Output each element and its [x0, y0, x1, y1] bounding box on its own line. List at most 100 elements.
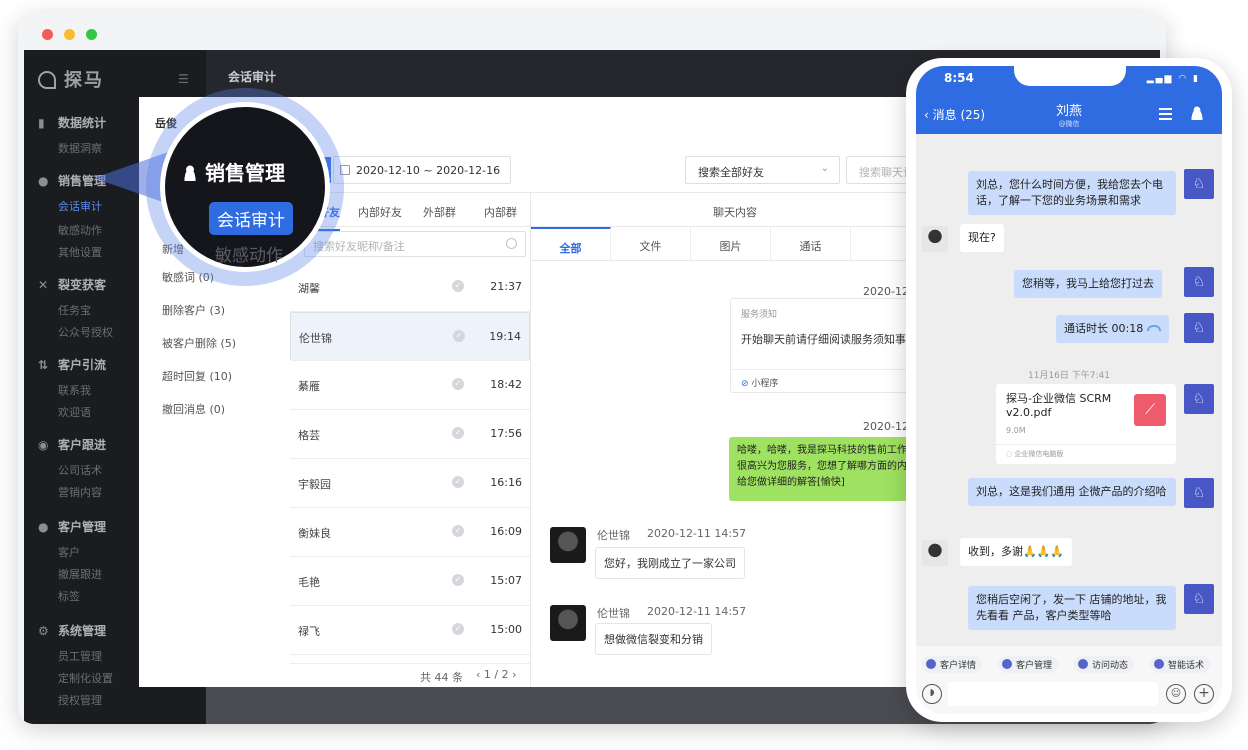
received-message: 您好，我刚成立了一家公司	[595, 547, 745, 579]
filter-item[interactable]: 超时回复 (10)	[162, 368, 232, 384]
calendar-icon	[340, 165, 350, 175]
tab-internal-groups[interactable]: 内部群	[484, 204, 517, 220]
my-avatar: ♘	[1184, 169, 1214, 199]
nav-section-system[interactable]: ⚙ 系统管理	[38, 622, 106, 639]
tab-internal-friends[interactable]: 内部好友	[358, 204, 402, 220]
my-avatar: ♘	[1184, 267, 1214, 297]
nav-item[interactable]: 联系我	[58, 382, 91, 398]
nav-item[interactable]: 撤展跟进	[58, 566, 102, 582]
mini-program-card[interactable]: 服务须知 开始聊天前请仔细阅读服务须知事项 ⊘ 小程序	[730, 298, 920, 393]
nav-item[interactable]: 欢迎语	[58, 404, 91, 420]
message-time: 2020-12-11 14:57	[647, 605, 747, 618]
nav-item[interactable]: 公众号授权	[58, 324, 113, 340]
nav-item[interactable]: 员工管理	[58, 648, 102, 664]
close-dot[interactable]	[42, 29, 53, 40]
friend-list: 湖馨 ✓ 21:37 伦世锦 ✓ 19:14 綦雁 ✓ 18:42 格芸 ✓ 17:56 宇毅园…	[290, 263, 530, 663]
my-avatar: ♘	[1184, 584, 1214, 614]
list-item[interactable]: 湖馨 ✓ 21:37	[290, 263, 530, 312]
menu-toggle-icon[interactable]: ☰	[178, 72, 189, 86]
activity-icon	[1078, 659, 1088, 669]
card-label: 服务须知	[741, 310, 778, 320]
status-time: 8:54	[944, 71, 974, 85]
nav-item[interactable]: 其他设置	[58, 244, 102, 260]
nav-section-stats[interactable]: ▮ 数据统计	[38, 114, 106, 131]
nav-section-followup[interactable]: ◉ 客户跟进	[38, 436, 106, 453]
sender-name: 伦世锦	[597, 529, 630, 542]
list-item[interactable]: 毛艳 ✓ 15:07	[290, 557, 530, 606]
filter-item[interactable]: 撤回消息 (0)	[162, 401, 225, 417]
profile-icon[interactable]	[1190, 106, 1204, 120]
date-range-picker[interactable]: 2020-12-10 ~ 2020-12-16	[333, 156, 511, 184]
nav-item[interactable]: 敏感动作	[58, 222, 102, 238]
chat-header: 聊天内容	[531, 193, 939, 227]
list-icon[interactable]	[1159, 108, 1172, 120]
tab-calls[interactable]: 通话	[771, 227, 851, 261]
emoji-icon[interactable]: ☺	[1166, 684, 1186, 704]
nav-item[interactable]: 营销内容	[58, 484, 102, 500]
check-icon: ✓	[452, 574, 464, 586]
nav-section-fission[interactable]: ✕ 裂变获客	[38, 276, 106, 293]
nav-section-customers[interactable]: ● 客户管理	[38, 518, 106, 535]
callout-faded-item: 敏感动作	[215, 246, 283, 266]
my-avatar: ♘	[1184, 384, 1214, 414]
date-separator: 11月16日 下午7:41	[1028, 371, 1110, 381]
received-message: 想做微信裂变和分销	[595, 623, 712, 655]
nav-item[interactable]: 任务宝	[58, 302, 91, 318]
list-item[interactable]: 衡妹良 ✓ 16:09	[290, 508, 530, 557]
tab-images[interactable]: 图片	[691, 227, 771, 261]
call-record-message[interactable]: 通话时长 00:18	[1056, 315, 1170, 343]
share-icon: ✕	[38, 278, 49, 292]
minimize-dot[interactable]	[64, 29, 75, 40]
nav-item[interactable]: 标签	[58, 588, 80, 604]
message-input[interactable]	[948, 682, 1158, 706]
list-item[interactable]: 宇毅园 ✓ 16:16	[290, 459, 530, 508]
phone-frame: 8:54 ▂▄▆ ◠ ▮ ‹ 消息 (25) 刘燕 @微信 刘总，您什么时间方便…	[906, 58, 1232, 722]
filter-item[interactable]: 删除客户 (3)	[162, 302, 225, 318]
list-item[interactable]: 綦雁 ✓ 18:42	[290, 361, 530, 410]
nav-item[interactable]: 定制化设置	[58, 670, 113, 686]
list-item[interactable]: 格芸 ✓ 17:56	[290, 410, 530, 459]
nav-item[interactable]: 授权管理	[58, 692, 102, 708]
status-icons: ▂▄▆ ◠ ▮	[1146, 74, 1200, 84]
message-time: 2020-12-11 14:57	[647, 527, 747, 540]
friend-select[interactable]: 搜索全部好友 ⌄	[685, 156, 840, 184]
phone-screen: 8:54 ▂▄▆ ◠ ▮ ‹ 消息 (25) 刘燕 @微信 刘总，您什么时间方便…	[916, 66, 1222, 714]
contact-source: @微信	[1058, 120, 1080, 128]
sent-message: 您稍等，我马上给您打过去	[1014, 270, 1162, 298]
filter-item[interactable]: 敏感词 (0)	[162, 269, 214, 285]
file-size: 9.0M	[1006, 426, 1026, 435]
filter-item[interactable]: 被客户删除 (5)	[162, 335, 236, 351]
quick-action[interactable]: 客户管理	[998, 656, 1059, 673]
pdf-icon: ⟋	[1134, 394, 1166, 426]
users-icon: ●	[38, 520, 49, 534]
nav-item[interactable]: 客户	[58, 544, 80, 560]
card-body: 开始聊天前请仔细阅读服务须知事项	[741, 333, 917, 346]
check-icon: ✓	[452, 476, 464, 488]
voice-icon[interactable]: ◗	[922, 684, 942, 704]
file-message[interactable]: 探马-企业微信 SCRM v2.0.pdf 9.0M ⟋ ◌ 企业微信电脑版	[996, 384, 1176, 464]
phone-notch	[1014, 66, 1126, 86]
modal-title: 岳俊	[155, 117, 177, 130]
nav-section-traffic[interactable]: ⇅ 客户引流	[38, 356, 106, 373]
check-icon: ✓	[452, 280, 464, 292]
link-icon: ⊘	[741, 379, 749, 389]
tab-all[interactable]: 全部	[531, 227, 611, 261]
quick-action[interactable]: 访问动态	[1074, 656, 1135, 673]
quick-action[interactable]: 客户详情	[922, 656, 983, 673]
pager-nav[interactable]: ‹ 1 / 2 ›	[476, 668, 517, 681]
list-item-selected[interactable]: 伦世锦 ✓ 19:14	[290, 312, 530, 361]
chat-tabs: 全部 文件 图片 通话	[531, 227, 939, 261]
list-item[interactable]: 禄飞 ✓ 15:00	[290, 606, 530, 655]
friend-search-input[interactable]: 搜索好友昵称/备注	[304, 231, 526, 257]
card-footer: ⊘ 小程序	[731, 369, 919, 389]
tab-files[interactable]: 文件	[611, 227, 691, 261]
quick-action[interactable]: 智能话术	[1150, 656, 1211, 673]
contact-name: 刘燕	[1055, 104, 1082, 119]
tab-external-groups[interactable]: 外部群	[423, 204, 456, 220]
funnel-icon: ⇅	[38, 358, 49, 372]
manage-icon	[1002, 659, 1012, 669]
maximize-dot[interactable]	[86, 29, 97, 40]
plus-icon[interactable]: +	[1194, 684, 1214, 704]
nav-item[interactable]: 公司话术	[58, 462, 102, 478]
callout-active-item: 会话审计	[209, 202, 293, 235]
